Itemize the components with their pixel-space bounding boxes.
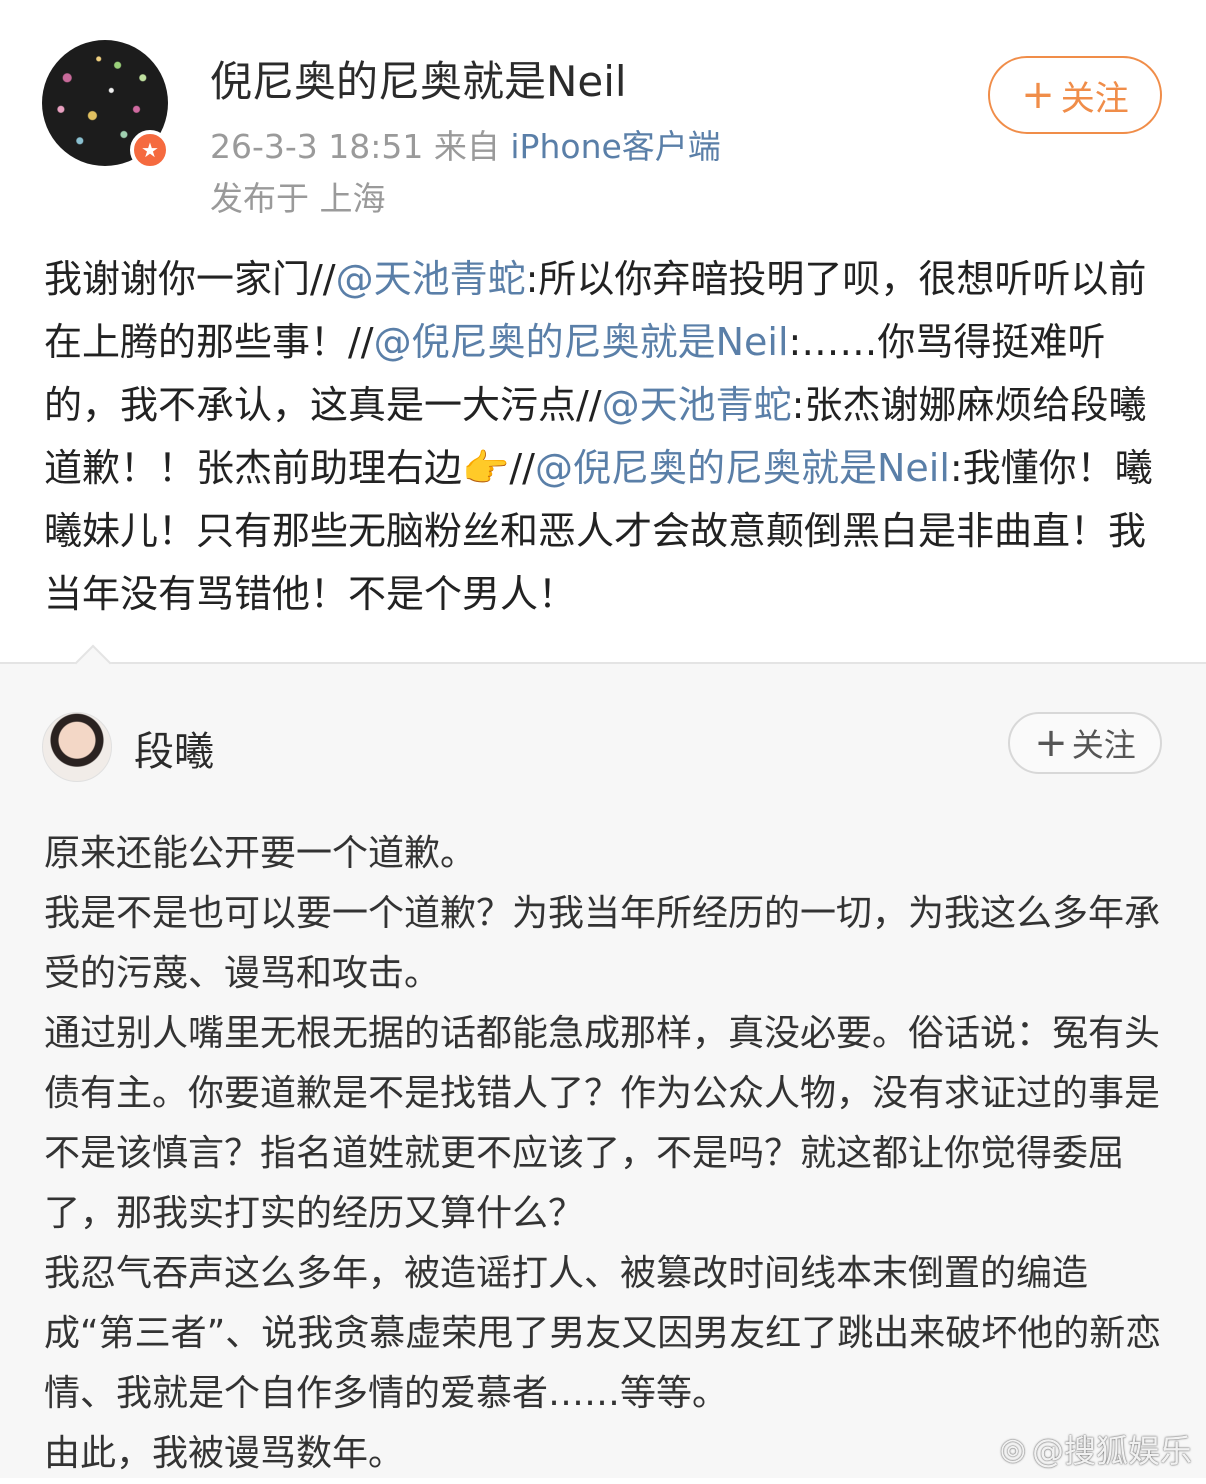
post-time: 26-3-3 18:51 [210, 127, 424, 166]
weibo-logo-icon: ◎ [999, 1431, 1026, 1467]
reposted-author-avatar[interactable] [42, 712, 112, 782]
mention-link[interactable]: @倪尼奥的尼奥就是Neil [535, 446, 950, 490]
reposted-author-username[interactable]: 段曦 [134, 719, 214, 777]
post-text-segment: 我谢谢你一家门// [44, 257, 336, 301]
original-post: ★ 倪尼奥的尼奥就是Neil 26-3-3 18:51 来自 iPhone客户端… [0, 0, 1206, 662]
mention-link[interactable]: @天池青蛇 [602, 383, 792, 427]
pointing-hand-icon: 👉 [462, 446, 510, 490]
source-client[interactable]: iPhone客户端 [510, 127, 720, 166]
reposted-follow-button[interactable]: + 关注 [1008, 712, 1162, 774]
plus-icon: + [1021, 72, 1055, 118]
paragraph: 通过别人嘴里无根无据的话都能急成那样，真没必要。俗话说：冤有头债有主。你要道歉是… [44, 1013, 1161, 1234]
mention-link[interactable]: @天池青蛇 [336, 257, 526, 301]
follow-label: 关注 [1071, 726, 1136, 764]
source-prefix: 来自 [433, 127, 500, 166]
paragraph: 我忍气吞声这么多年，被造谣打人、被篡改时间线本末倒置的编造成“第三者”、说我贪慕… [44, 1253, 1162, 1414]
watermark: ◎ @搜狐娱乐 [1000, 1426, 1192, 1472]
reposted-content: 原来还能公开要一个道歉。 我是不是也可以要一个道歉？为我当年所经历的一切，为我这… [44, 824, 1168, 1484]
paragraph: 原来还能公开要一个道歉。 [44, 833, 477, 874]
reposted-post[interactable]: 段曦 + 关注 原来还能公开要一个道歉。 我是不是也可以要一个道歉？为我当年所经… [0, 644, 1206, 1478]
verified-badge-icon: ★ [130, 130, 170, 170]
watermark-text: @搜狐娱乐 [1031, 1432, 1192, 1470]
follow-label: 关注 [1060, 78, 1129, 119]
plus-icon: + [1034, 720, 1068, 766]
post-location: 发布于 上海 [210, 179, 386, 218]
mention-link[interactable]: @倪尼奥的尼奥就是Neil [374, 320, 789, 364]
follow-button[interactable]: + 关注 [988, 56, 1162, 134]
post-text-segment: // [509, 446, 535, 490]
post-content: 我谢谢你一家门//@天池青蛇:所以你弃暗投明了呗，很想听听以前在上腾的那些事！/… [44, 248, 1168, 626]
post-meta: 26-3-3 18:51 来自 iPhone客户端 [210, 120, 721, 168]
author-username[interactable]: 倪尼奥的尼奥就是Neil [210, 48, 627, 109]
paragraph: 我是不是也可以要一个道歉？为我当年所经历的一切，为我这么多年承受的污蔑、谩骂和攻… [44, 893, 1161, 994]
